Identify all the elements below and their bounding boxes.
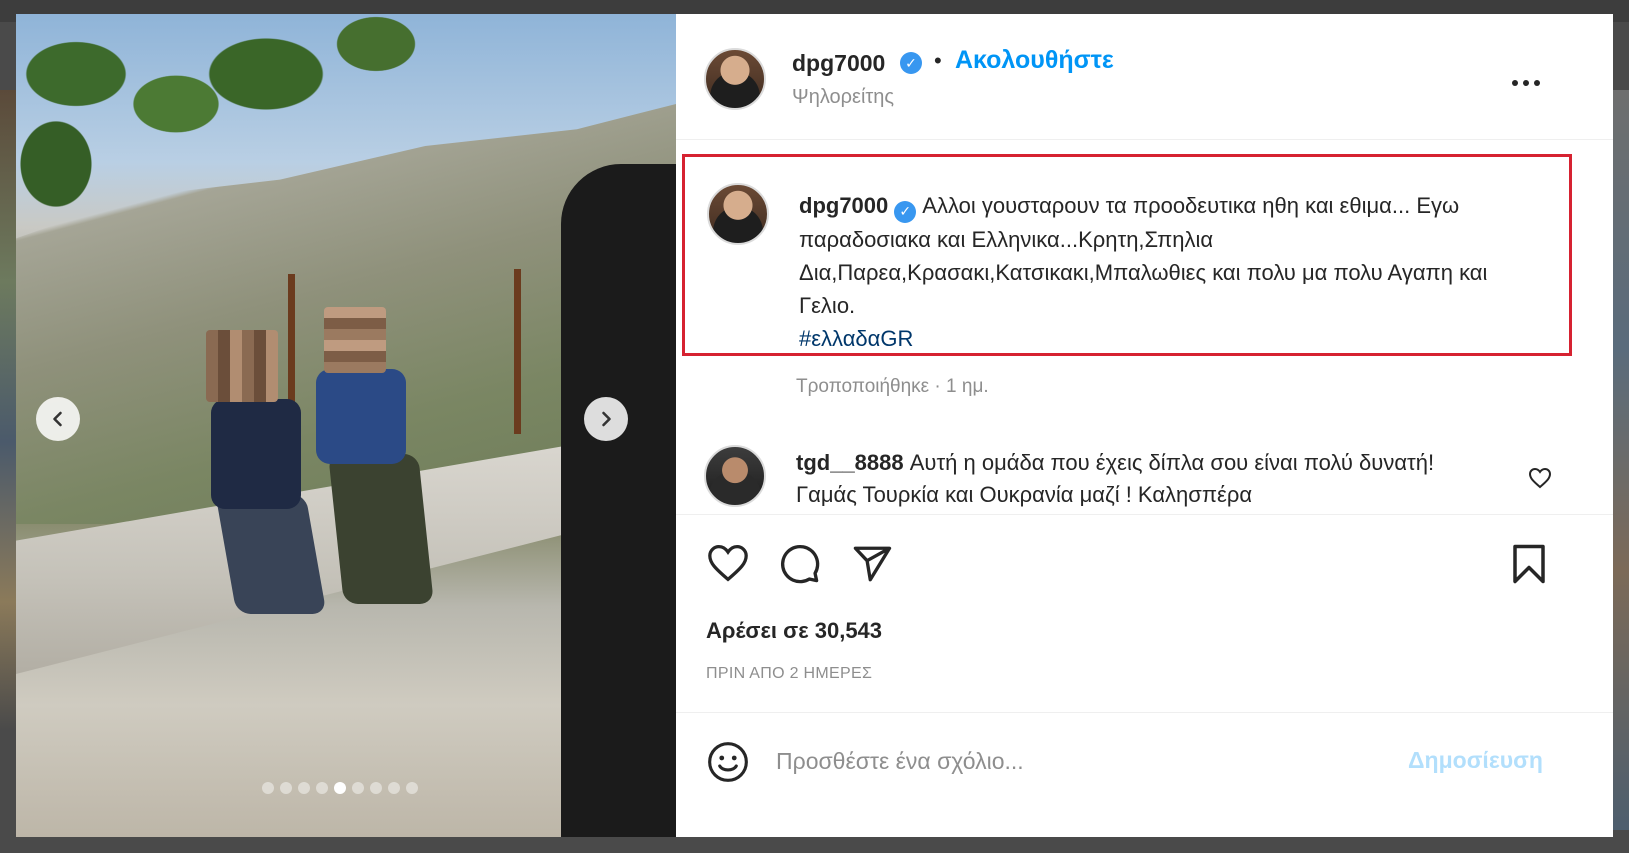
comment-username[interactable]: tgd__8888 xyxy=(796,450,904,475)
post-info-pane: dpg7000 ✓ • Ακολουθήστε Ψηλορείτης dpg70… xyxy=(676,14,1613,837)
blurred-face xyxy=(324,307,386,373)
carousel-dot xyxy=(280,782,292,794)
background-thumbnail-left xyxy=(0,90,16,730)
comment-icon xyxy=(780,544,820,584)
post-timestamp: ΠΡΙΝ ΑΠΟ 2 ΗΜΕΡΕΣ xyxy=(706,665,873,682)
action-bar: Αρέσει σε 30,543 ΠΡΙΝ ΑΠΟ 2 ΗΜΕΡΕΣ xyxy=(676,514,1613,714)
post-modal: dpg7000 ✓ • Ακολουθήστε Ψηλορείτης dpg70… xyxy=(16,14,1613,837)
post-photo xyxy=(16,14,676,837)
carousel-dot xyxy=(388,782,400,794)
share-button[interactable] xyxy=(850,543,894,590)
comment-button[interactable] xyxy=(778,543,822,590)
comment-input[interactable] xyxy=(776,741,1376,781)
caption-username[interactable]: dpg7000 xyxy=(799,193,888,218)
likes-count[interactable]: Αρέσει σε 30,543 xyxy=(706,618,882,644)
emoji-icon xyxy=(708,742,748,782)
blurred-face xyxy=(206,330,278,402)
avatar[interactable] xyxy=(704,48,766,110)
emoji-button[interactable] xyxy=(706,740,750,789)
post-username[interactable]: dpg7000 xyxy=(792,50,885,77)
carousel-dot xyxy=(298,782,310,794)
heart-icon xyxy=(708,544,748,582)
post-caption: dpg7000 ✓ Αλλοι γουσταρουν τα προοδευτικα … xyxy=(799,189,1539,355)
comment-like-button[interactable] xyxy=(1528,467,1552,495)
avatar[interactable] xyxy=(704,445,766,507)
verified-badge-icon: ✓ xyxy=(900,52,922,74)
avatar[interactable] xyxy=(707,183,769,245)
comment-text-block: tgd__8888 Αυτή η ομάδα που έχεις δίπλα σ… xyxy=(796,447,1496,511)
background-thumbnail-right xyxy=(1611,90,1629,830)
photo-pole xyxy=(514,269,521,434)
carousel-dot xyxy=(370,782,382,794)
carousel-dot xyxy=(406,782,418,794)
comment-item: tgd__8888 Αυτή η ομάδα που έχεις δίπλα σ… xyxy=(676,439,1613,519)
verified-badge-icon: ✓ xyxy=(894,200,917,223)
post-comment-button[interactable]: Δημοσίευση xyxy=(1408,747,1543,774)
caption-highlight: dpg7000 ✓ Αλλοι γουσταρουν τα προοδευτικα … xyxy=(682,154,1572,356)
post-location[interactable]: Ψηλορείτης xyxy=(792,86,894,109)
edited-timestamp: Τροποποιήθηκε · 1 ημ. xyxy=(796,376,989,397)
separator-dot: • xyxy=(934,48,942,73)
carousel-dots xyxy=(262,782,418,794)
carousel-prev-button[interactable] xyxy=(36,397,80,441)
carousel-dot xyxy=(352,782,364,794)
carousel-dot xyxy=(262,782,274,794)
more-options-button[interactable] xyxy=(1511,62,1541,94)
carousel-dot xyxy=(316,782,328,794)
post-header: dpg7000 ✓ • Ακολουθήστε Ψηλορείτης xyxy=(676,14,1613,140)
follow-button[interactable]: Ακολουθήστε xyxy=(955,46,1114,75)
photo-person xyxy=(561,164,676,837)
heart-icon xyxy=(1528,467,1552,489)
add-comment-bar: Δημοσίευση xyxy=(676,712,1613,837)
carousel-dot xyxy=(334,782,346,794)
bookmark-icon xyxy=(1513,544,1545,584)
save-button[interactable] xyxy=(1510,543,1548,590)
carousel-next-button[interactable] xyxy=(584,397,628,441)
chevron-left-icon xyxy=(53,411,62,427)
photo-child xyxy=(211,399,301,509)
photo-child xyxy=(316,369,406,464)
send-icon xyxy=(853,546,892,582)
chevron-right-icon xyxy=(602,411,611,427)
like-button[interactable] xyxy=(706,543,750,588)
hashtag-link[interactable]: #ελλαδαGR xyxy=(799,322,1539,355)
more-options-icon xyxy=(1512,80,1540,86)
photo-child xyxy=(328,454,434,604)
